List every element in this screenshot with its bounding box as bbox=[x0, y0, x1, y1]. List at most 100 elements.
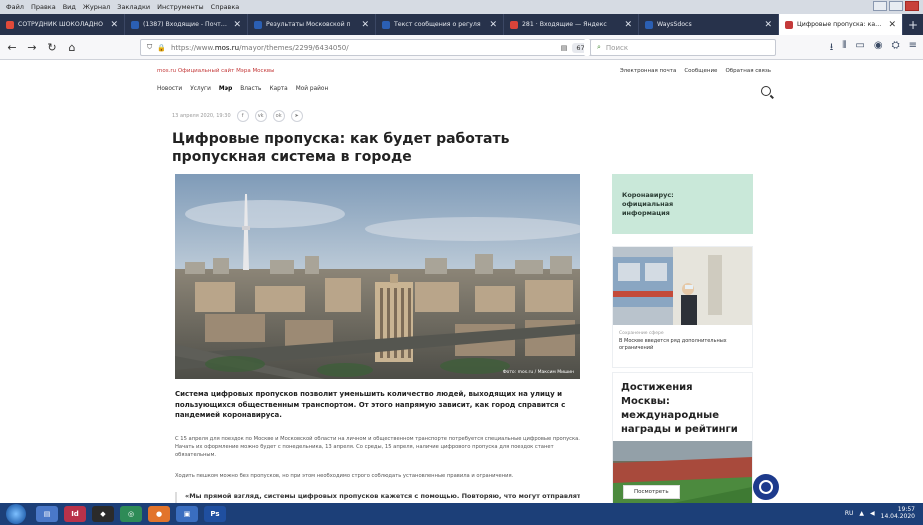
close-tab-icon[interactable]: ✕ bbox=[888, 20, 896, 30]
tab-5[interactable]: 281 · Входящие — Яндекс ✕ bbox=[504, 14, 639, 35]
tab-label: Текст сообщения о регуля bbox=[394, 21, 481, 28]
menu-tools[interactable]: Инструменты bbox=[157, 3, 204, 11]
close-tab-icon[interactable]: ✕ bbox=[624, 20, 632, 30]
url-path: /mayor/themes/2299/6434050/ bbox=[239, 43, 349, 52]
site-nav: Новости Услуги Мэр Власть Карта Мой райо… bbox=[157, 86, 328, 92]
favicon-icon bbox=[6, 20, 14, 29]
language-indicator[interactable]: RU bbox=[845, 510, 854, 517]
new-tab-button[interactable]: + bbox=[903, 14, 923, 35]
share-ok-icon[interactable]: ok bbox=[272, 110, 285, 122]
favicon-icon bbox=[645, 20, 653, 29]
nav-my-district[interactable]: Мой район bbox=[296, 86, 329, 92]
chrome-icon[interactable]: ◎ bbox=[120, 506, 142, 522]
menu-bookmarks[interactable]: Закладки bbox=[117, 3, 150, 11]
network-icon[interactable]: ▲ bbox=[859, 510, 864, 517]
messages-link[interactable]: Сообщение bbox=[684, 68, 717, 74]
reader-view-icon[interactable]: ▤ bbox=[561, 44, 568, 52]
back-icon[interactable]: ← bbox=[4, 39, 20, 55]
favicon-icon bbox=[382, 20, 390, 29]
share-vk-icon[interactable]: vk bbox=[254, 110, 267, 122]
tab-label: Цифровые пропуска: как б bbox=[797, 21, 885, 28]
addon-icon[interactable]: ⛭ bbox=[892, 40, 900, 57]
clock-date: 14.04.2020 bbox=[880, 513, 915, 520]
article-lead: Система цифровых пропусков позволит умен… bbox=[175, 390, 566, 419]
batman-icon[interactable]: ◆ bbox=[92, 506, 114, 522]
nav-news[interactable]: Новости bbox=[157, 86, 182, 92]
clock-time: 19:57 bbox=[897, 506, 915, 513]
news-card-tag: Сохранение сфере bbox=[619, 331, 664, 336]
metro-photo bbox=[613, 247, 752, 325]
favicon-icon bbox=[254, 20, 262, 29]
window-icon[interactable]: ▣ bbox=[176, 506, 198, 522]
nav-mayor[interactable]: Мэр bbox=[219, 86, 232, 92]
clock[interactable]: 19:57 14.04.2020 bbox=[881, 506, 915, 520]
forward-icon[interactable]: → bbox=[24, 39, 40, 55]
news-card[interactable]: Сохранение сфере В Москве введется ряд д… bbox=[612, 246, 753, 368]
close-window-button[interactable] bbox=[905, 1, 919, 11]
news-card-image bbox=[613, 247, 752, 325]
site-search-icon[interactable] bbox=[761, 86, 771, 96]
account-icon[interactable]: ◉ bbox=[874, 40, 883, 57]
close-tab-icon[interactable]: ✕ bbox=[489, 20, 497, 30]
menu-help[interactable]: Справка bbox=[211, 3, 240, 11]
feedback-link[interactable]: Обратная связь bbox=[725, 68, 771, 74]
download-icon[interactable]: ⭳ bbox=[830, 40, 834, 57]
tab-3[interactable]: Результаты Московской п ✕ bbox=[248, 14, 376, 35]
tab-4[interactable]: Текст сообщения о регуля ✕ bbox=[376, 14, 504, 35]
share-facebook-icon[interactable]: f bbox=[236, 110, 249, 122]
covid-card-title: Коронавирус: официальная информация bbox=[622, 190, 674, 217]
favicon-icon bbox=[785, 20, 793, 29]
tab-7-active[interactable]: Цифровые пропуска: как б ✕ bbox=[779, 14, 903, 35]
library-icon[interactable]: ⫴ bbox=[842, 40, 846, 57]
nav-services[interactable]: Услуги bbox=[190, 86, 211, 92]
reload-icon[interactable]: ↻ bbox=[44, 39, 60, 55]
system-tray: RU ▲ ◀ 19:57 14.04.2020 bbox=[845, 506, 915, 520]
article-date: 13 апреля 2020, 19:30 bbox=[172, 113, 231, 119]
close-tab-icon[interactable]: ✕ bbox=[764, 20, 772, 30]
home-icon[interactable]: ⌂ bbox=[64, 39, 80, 55]
close-tab-icon[interactable]: ✕ bbox=[361, 20, 369, 30]
explorer-icon[interactable]: ▤ bbox=[36, 506, 58, 522]
achievements-view-button[interactable]: Посмотреть bbox=[623, 485, 680, 499]
site-top-links: Электронная почта Сообщение Обратная свя… bbox=[620, 68, 771, 74]
achievements-card[interactable]: Достижения Москвы: международные награды… bbox=[612, 372, 753, 509]
news-card-text: В Москве введется ряд дополнительных огр… bbox=[619, 338, 727, 351]
taskbar-apps: ▤ Id ◆ ◎ ● ▣ Ps bbox=[36, 506, 226, 522]
nav-map[interactable]: Карта bbox=[269, 86, 287, 92]
navigation-bar: ← → ↻ ⌂ ⛉ 🔒 https://www. mos.ru/mayor/the… bbox=[0, 35, 923, 60]
maximize-button[interactable] bbox=[889, 1, 903, 11]
covid-info-card[interactable]: Коронавирус: официальная информация bbox=[612, 174, 753, 234]
nav-authority[interactable]: Власть bbox=[240, 86, 261, 92]
close-tab-icon[interactable]: ✕ bbox=[233, 20, 241, 30]
tab-1[interactable]: СОТРУДНИК ШОКОЛАДНО ✕ bbox=[0, 14, 125, 35]
article-hero-image: Фото: mos.ru / Максим Мишин bbox=[175, 174, 580, 379]
toolbar-icons: ⭳ ⫴ ▭ ◉ ⛭ ≡ bbox=[830, 40, 917, 57]
tab-label: WaysSdocs bbox=[657, 21, 692, 28]
site-top-label[interactable]: mos.ru Официальный сайт Мэра Москвы bbox=[157, 68, 274, 74]
close-tab-icon[interactable]: ✕ bbox=[110, 20, 118, 30]
minimize-button[interactable] bbox=[873, 1, 887, 11]
indesign-icon[interactable]: Id bbox=[64, 506, 86, 522]
volume-icon[interactable]: ◀ bbox=[870, 510, 875, 517]
chat-icon[interactable] bbox=[753, 474, 779, 500]
menu-history[interactable]: Журнал bbox=[83, 3, 110, 11]
menu-bar: Файл Правка Вид Журнал Закладки Инструме… bbox=[0, 0, 923, 14]
search-bar[interactable]: ⌕ Поиск bbox=[590, 39, 776, 56]
firefox-icon[interactable]: ● bbox=[148, 506, 170, 522]
url-bar[interactable]: ⛉ 🔒 https://www. mos.ru/mayor/themes/2299… bbox=[140, 39, 640, 56]
tab-label: 281 · Входящие — Яндекс bbox=[522, 21, 607, 28]
share-telegram-icon[interactable]: ➤ bbox=[290, 110, 303, 122]
sidebar-icon[interactable]: ▭ bbox=[855, 40, 864, 57]
menu-icon[interactable]: ≡ bbox=[909, 40, 917, 57]
menu-file[interactable]: Файл bbox=[6, 3, 24, 11]
photoshop-icon[interactable]: Ps bbox=[204, 506, 226, 522]
menu-edit[interactable]: Правка bbox=[31, 3, 56, 11]
favicon-icon bbox=[510, 20, 518, 29]
search-input[interactable]: Поиск bbox=[606, 44, 628, 52]
mail-link[interactable]: Электронная почта bbox=[620, 68, 677, 74]
tab-6[interactable]: WaysSdocs ✕ bbox=[639, 14, 779, 35]
tab-2[interactable]: (1387) Входящие - Почта М ✕ bbox=[125, 14, 248, 35]
url-domain: mos.ru bbox=[214, 43, 240, 52]
start-button-icon[interactable] bbox=[6, 504, 26, 524]
menu-view[interactable]: Вид bbox=[63, 3, 76, 11]
